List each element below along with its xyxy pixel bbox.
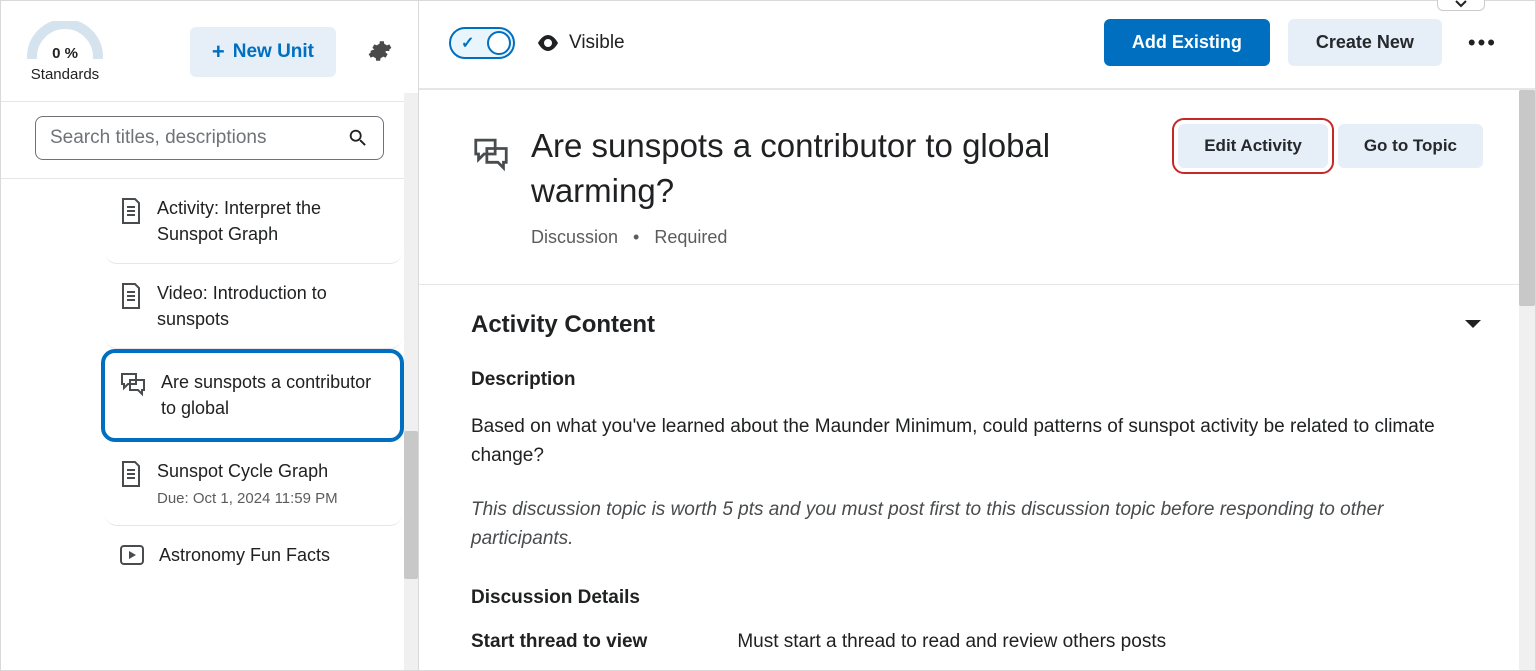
content-tree: Activity: Interpret the Sunspot Graph Vi… <box>1 179 418 670</box>
add-existing-button[interactable]: Add Existing <box>1104 19 1270 66</box>
tree-item-label: Are sunspots a contributor to global <box>161 369 382 421</box>
description-label: Description <box>471 369 1483 391</box>
new-unit-label: New Unit <box>233 41 314 63</box>
tree-item-due: Due: Oct 1, 2024 11:59 PM <box>157 488 384 510</box>
video-icon <box>119 544 145 571</box>
toolbar: ✓ Visible Add Existing Create New ••• <box>419 1 1535 90</box>
content-scroll-region: Are sunspots a contributor to global war… <box>419 90 1535 670</box>
go-to-topic-button[interactable]: Go to Topic <box>1338 124 1483 168</box>
create-new-button[interactable]: Create New <box>1288 19 1442 66</box>
discussion-icon <box>471 136 511 177</box>
tree-item[interactable]: Sunspot Cycle Graph Due: Oct 1, 2024 11:… <box>105 442 402 527</box>
standards-widget[interactable]: 0 % Standards <box>19 21 111 83</box>
chevron-down-icon <box>1455 0 1467 8</box>
visibility-label: Visible <box>569 32 625 54</box>
tree-item-label: Video: Introduction to sunspots <box>157 280 384 332</box>
tree-item-selected[interactable]: Are sunspots a contributor to global <box>101 349 404 441</box>
document-icon <box>119 197 143 230</box>
main-scrollbar[interactable] <box>1519 90 1535 670</box>
tree-item[interactable]: Activity: Interpret the Sunspot Graph <box>105 179 402 264</box>
sidebar: 0 % Standards + New Unit Activity: <box>1 1 419 670</box>
toggle-knob <box>487 31 511 55</box>
gear-icon <box>368 39 392 63</box>
page-meta: Discussion • Required <box>531 227 1158 248</box>
sidebar-scrollbar[interactable] <box>404 93 418 670</box>
discussion-details-label: Discussion Details <box>471 587 1483 609</box>
app-root: 0 % Standards + New Unit Activity: <box>0 0 1536 671</box>
section-title: Activity Content <box>471 311 1463 339</box>
sidebar-header: 0 % Standards + New Unit <box>1 1 418 102</box>
activity-type: Discussion <box>531 227 618 247</box>
search-container <box>1 102 418 179</box>
page-title: Are sunspots a contributor to global war… <box>531 124 1158 213</box>
settings-button[interactable] <box>360 31 400 74</box>
main-panel: ✓ Visible Add Existing Create New ••• <box>419 1 1535 670</box>
page-header: Are sunspots a contributor to global war… <box>471 124 1483 248</box>
ellipsis-icon: ••• <box>1468 30 1497 55</box>
detail-key: Start thread to view <box>471 631 647 653</box>
discussion-icon <box>119 371 147 402</box>
discussion-detail-row: Start thread to view Must start a thread… <box>471 631 1483 653</box>
tree-item[interactable]: Video: Introduction to sunspots <box>105 264 402 349</box>
document-icon <box>119 282 143 315</box>
description-note: This discussion topic is worth 5 pts and… <box>471 496 1483 553</box>
standards-gauge <box>26 21 104 59</box>
chevron-down-icon <box>1463 318 1483 332</box>
eye-icon <box>537 35 559 51</box>
main-scroll-thumb[interactable] <box>1519 90 1535 306</box>
detail-value: Must start a thread to read and review o… <box>737 631 1166 653</box>
check-icon: ✓ <box>461 33 474 53</box>
standards-label: Standards <box>31 66 99 83</box>
search-input[interactable] <box>50 127 347 149</box>
collapsed-dropdown[interactable] <box>1437 0 1485 11</box>
activity-content-toggle[interactable]: Activity Content <box>471 285 1483 365</box>
visibility-indicator: Visible <box>537 32 625 54</box>
tree-item-label: Sunspot Cycle Graph Due: Oct 1, 2024 11:… <box>157 458 384 510</box>
visibility-toggle[interactable]: ✓ <box>449 27 515 59</box>
document-icon <box>119 460 143 493</box>
search-box[interactable] <box>35 116 384 160</box>
description-text: Based on what you've learned about the M… <box>471 413 1483 470</box>
required-label: Required <box>654 227 727 247</box>
plus-icon: + <box>212 41 225 63</box>
edit-activity-button[interactable]: Edit Activity <box>1178 124 1328 168</box>
sidebar-scroll-thumb[interactable] <box>404 431 418 579</box>
new-unit-button[interactable]: + New Unit <box>190 27 336 77</box>
tree-item[interactable]: Astronomy Fun Facts <box>105 526 402 587</box>
search-icon <box>347 127 369 149</box>
tree-item-label: Activity: Interpret the Sunspot Graph <box>157 195 384 247</box>
tree-item-label: Astronomy Fun Facts <box>159 542 384 568</box>
more-actions-button[interactable]: ••• <box>1460 22 1505 64</box>
